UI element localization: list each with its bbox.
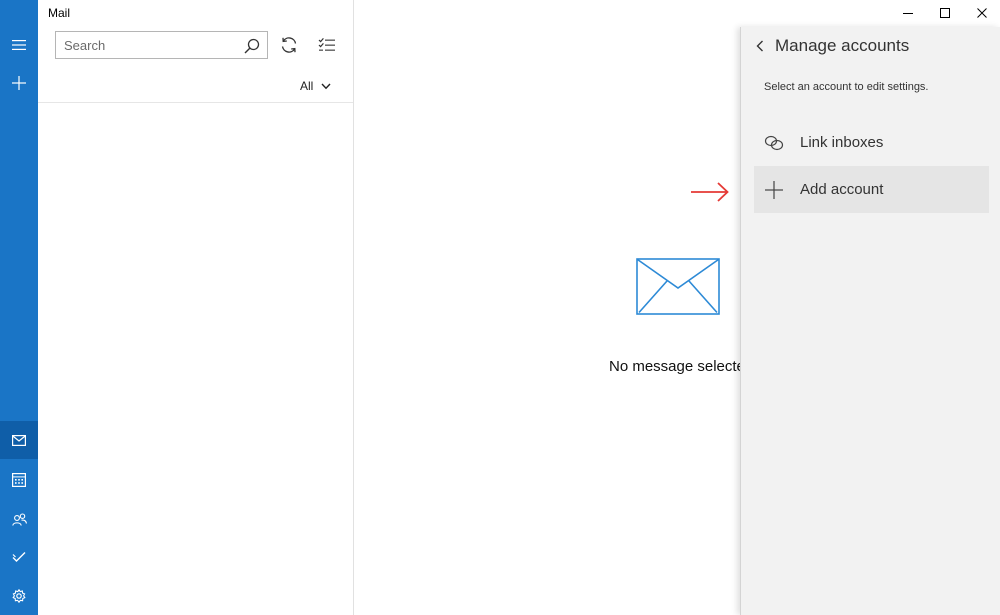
settings-icon	[12, 589, 26, 603]
hamburger-menu-button[interactable]	[0, 26, 38, 64]
calendar-icon	[12, 473, 26, 487]
checklist-icon	[318, 38, 335, 51]
new-mail-icon	[12, 76, 26, 90]
link-icon	[764, 135, 784, 150]
sync-button[interactable]	[275, 31, 303, 59]
manage-accounts-flyout: Manage accounts Select an account to edi…	[740, 27, 1000, 615]
annotation-arrow-icon	[691, 182, 729, 202]
back-button[interactable]	[749, 35, 771, 57]
search-box	[55, 31, 268, 59]
chevron-down-icon	[321, 83, 331, 89]
link-inboxes-label: Link inboxes	[800, 134, 884, 151]
minimize-button[interactable]	[889, 0, 927, 26]
mail-nav-button[interactable]	[0, 421, 38, 459]
list-header-divider	[38, 102, 353, 103]
todo-nav-button[interactable]	[0, 538, 38, 576]
link-inboxes-item[interactable]: Link inboxes	[754, 119, 989, 166]
minimize-icon	[903, 13, 913, 14]
add-account-label: Add account	[800, 181, 884, 198]
new-mail-button[interactable]	[0, 64, 38, 102]
selection-mode-button[interactable]	[313, 31, 341, 59]
flyout-title: Manage accounts	[775, 36, 910, 55]
flyout-subtitle: Select an account to edit settings.	[764, 81, 929, 93]
people-icon	[11, 512, 27, 526]
todo-icon	[12, 552, 26, 562]
calendar-nav-button[interactable]	[0, 461, 38, 499]
reading-pane: No message selected	[355, 0, 740, 615]
app-title: Mail	[48, 6, 71, 20]
no-message-selected-text: No message selected	[609, 358, 740, 375]
mail-icon	[12, 434, 26, 446]
search-input[interactable]	[56, 32, 236, 58]
settings-nav-button[interactable]	[0, 577, 38, 615]
add-account-item[interactable]: Add account	[754, 166, 989, 213]
filter-label: All	[300, 79, 314, 93]
search-icon	[244, 38, 260, 54]
search-button[interactable]	[241, 35, 263, 57]
hamburger-icon	[12, 40, 26, 50]
sync-icon	[281, 37, 297, 53]
close-icon	[977, 8, 987, 18]
filter-dropdown[interactable]: All	[300, 76, 331, 96]
people-nav-button[interactable]	[0, 500, 38, 538]
message-list-pane: Mail All	[38, 0, 354, 615]
chevron-left-icon	[756, 40, 763, 52]
maximize-icon	[940, 8, 950, 18]
envelope-icon	[636, 258, 720, 315]
plus-icon	[765, 180, 783, 199]
close-button[interactable]	[963, 0, 1000, 26]
navigation-rail	[0, 0, 38, 615]
maximize-button[interactable]	[926, 0, 964, 26]
